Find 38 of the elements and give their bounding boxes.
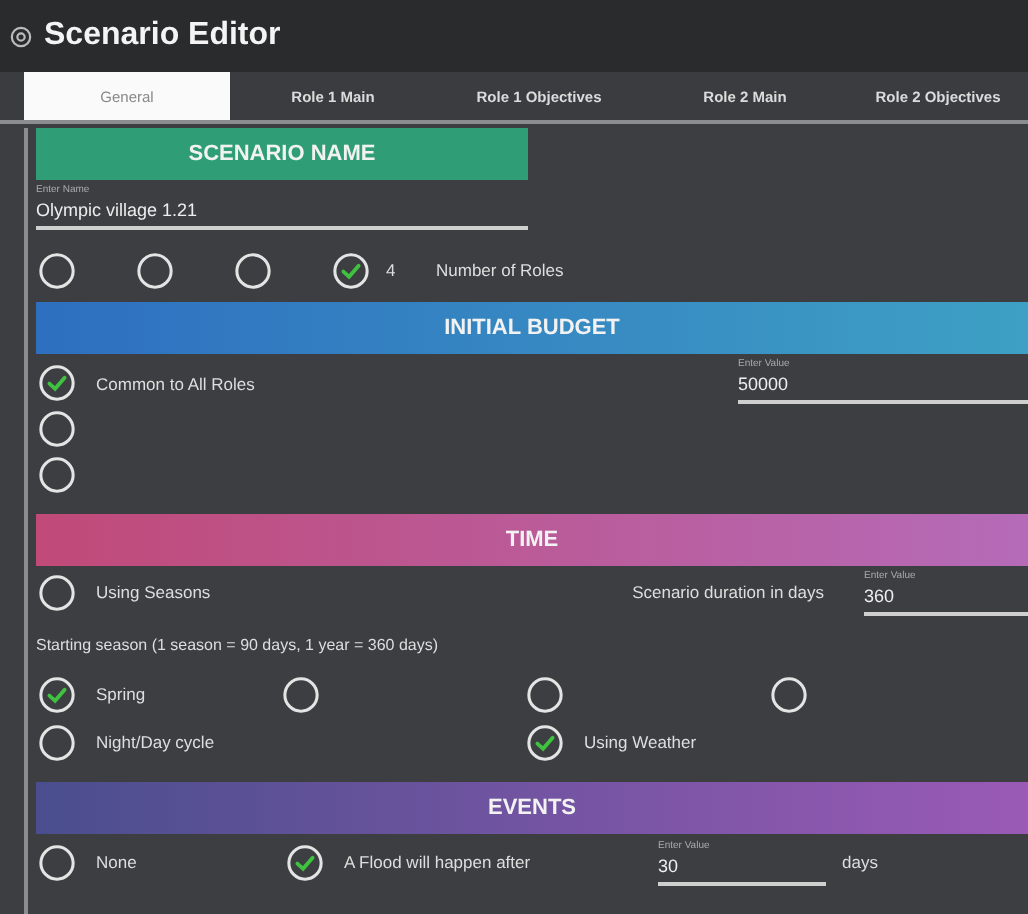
window-title: Scenario Editor	[44, 18, 281, 54]
option-label: Common to All Roles	[96, 373, 255, 393]
radio-button[interactable]	[282, 675, 320, 713]
settings-icon	[10, 25, 32, 47]
radio-button[interactable]	[526, 675, 564, 713]
option-label: Using Weather	[584, 732, 697, 752]
checkbox[interactable]	[38, 723, 76, 761]
field-label: Number of Roles	[436, 260, 564, 280]
option-label: A Flood will happen after	[344, 852, 531, 872]
checkbox[interactable]	[38, 364, 76, 402]
option-label: None	[96, 852, 137, 872]
radio-button[interactable]	[136, 251, 174, 289]
section-title: TIME	[505, 528, 559, 552]
radio-button[interactable]	[770, 675, 808, 713]
field-value: Olympic village 1.21	[36, 200, 200, 220]
radio-button[interactable]	[234, 251, 272, 289]
option-label: Night/Day cycle	[96, 732, 215, 752]
radio-button[interactable]	[286, 843, 324, 881]
section-title: INITIAL BUDGET	[444, 316, 620, 340]
radio-button[interactable]	[38, 251, 76, 289]
radio-button[interactable]	[38, 675, 76, 713]
section-title: SCENARIO NAME	[188, 142, 376, 166]
checkbox[interactable]	[38, 573, 76, 611]
hint-text: Starting season (1 season = 90 days, 1 year = 360 days)	[36, 636, 441, 658]
section-title: EVENTS	[487, 796, 576, 820]
field-value: 50000	[738, 374, 791, 394]
unit-label: days	[842, 852, 878, 872]
radio-button[interactable]	[332, 251, 370, 289]
checkbox[interactable]	[38, 456, 76, 494]
field-value: 30	[658, 855, 681, 875]
option-label: 4	[386, 260, 396, 280]
option-label: Using Seasons	[96, 582, 211, 602]
checkbox[interactable]	[526, 723, 564, 761]
field-label: Scenario duration in days	[632, 582, 824, 602]
option-label: Spring	[96, 684, 146, 704]
field-value: 360	[864, 585, 897, 605]
checkbox[interactable]	[38, 410, 76, 448]
radio-button[interactable]	[38, 843, 76, 881]
